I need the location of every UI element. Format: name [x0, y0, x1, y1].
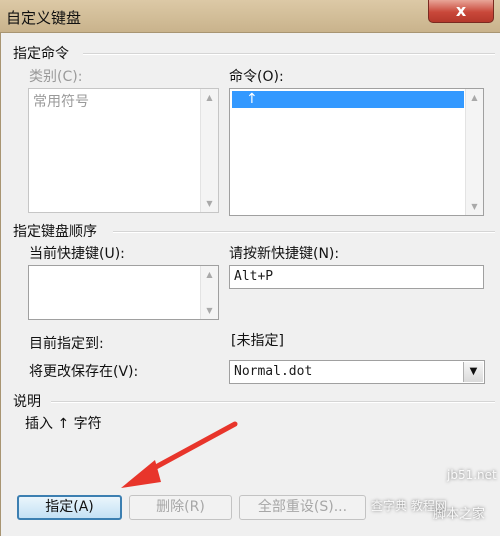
current-keys-list[interactable]: ▲ ▼: [28, 265, 219, 320]
scroll-down-arrow-icon[interactable]: ▼: [466, 198, 483, 215]
dialog-body: 指定命令 类别(C): 常用符号 ▲ ▼ 命令(O): ↑ ▲ ▼ 指定键盘顺序…: [0, 33, 500, 536]
list-item-selected[interactable]: ↑: [232, 91, 464, 108]
divider: [83, 53, 495, 55]
current-keys-scrollbar[interactable]: ▲ ▼: [200, 266, 218, 319]
currently-assigned-label: 目前指定到:: [29, 336, 104, 352]
scroll-up-arrow-icon[interactable]: ▲: [201, 266, 218, 283]
specify-command-heading: 指定命令: [13, 46, 69, 62]
reset-all-button[interactable]: 全部重设(S)...: [239, 495, 366, 520]
assign-button[interactable]: 指定(A): [17, 495, 122, 520]
categories-scrollbar[interactable]: ▲ ▼: [200, 89, 218, 212]
list-item[interactable]: 常用符号: [33, 91, 89, 111]
scroll-down-arrow-icon[interactable]: ▼: [201, 195, 218, 212]
commands-scrollbar[interactable]: ▲ ▼: [465, 89, 483, 215]
commands-label: 命令(O):: [229, 69, 284, 85]
new-key-value: Alt+P: [234, 269, 274, 284]
categories-label: 类别(C):: [29, 69, 83, 85]
new-key-input[interactable]: Alt+P: [229, 265, 484, 289]
remove-button[interactable]: 删除(R): [129, 495, 232, 520]
currently-assigned-value: [未指定]: [231, 333, 284, 349]
description-text: 插入 ↑ 字符: [25, 416, 102, 432]
red-arrow-icon: [121, 421, 238, 488]
close-button[interactable]: x: [428, 0, 494, 23]
divider: [113, 231, 495, 233]
watermark-tutorial: 查字典 教程网: [371, 499, 447, 513]
scroll-up-arrow-icon[interactable]: ▲: [201, 89, 218, 106]
new-key-label: 请按新快捷键(N):: [229, 246, 340, 262]
description-heading: 说明: [13, 394, 41, 410]
title-bar: 自定义键盘 x: [0, 0, 500, 33]
divider: [51, 401, 495, 403]
save-in-value: Normal.dot: [234, 364, 313, 379]
save-in-select[interactable]: Normal.dot ▼: [229, 360, 485, 384]
save-in-label: 将更改保存在(V):: [29, 364, 139, 380]
commands-list[interactable]: ↑ ▲ ▼: [229, 88, 484, 216]
scroll-down-arrow-icon[interactable]: ▼: [201, 302, 218, 319]
chevron-down-icon[interactable]: ▼: [463, 362, 483, 382]
window-title: 自定义键盘: [6, 9, 82, 27]
current-keys-label: 当前快捷键(U):: [29, 246, 125, 262]
close-icon: x: [455, 1, 467, 20]
watermark-site: jb51.net: [447, 468, 497, 482]
scroll-up-arrow-icon[interactable]: ▲: [466, 89, 483, 106]
key-sequence-heading: 指定键盘顺序: [13, 224, 97, 240]
categories-list[interactable]: 常用符号 ▲ ▼: [28, 88, 219, 213]
